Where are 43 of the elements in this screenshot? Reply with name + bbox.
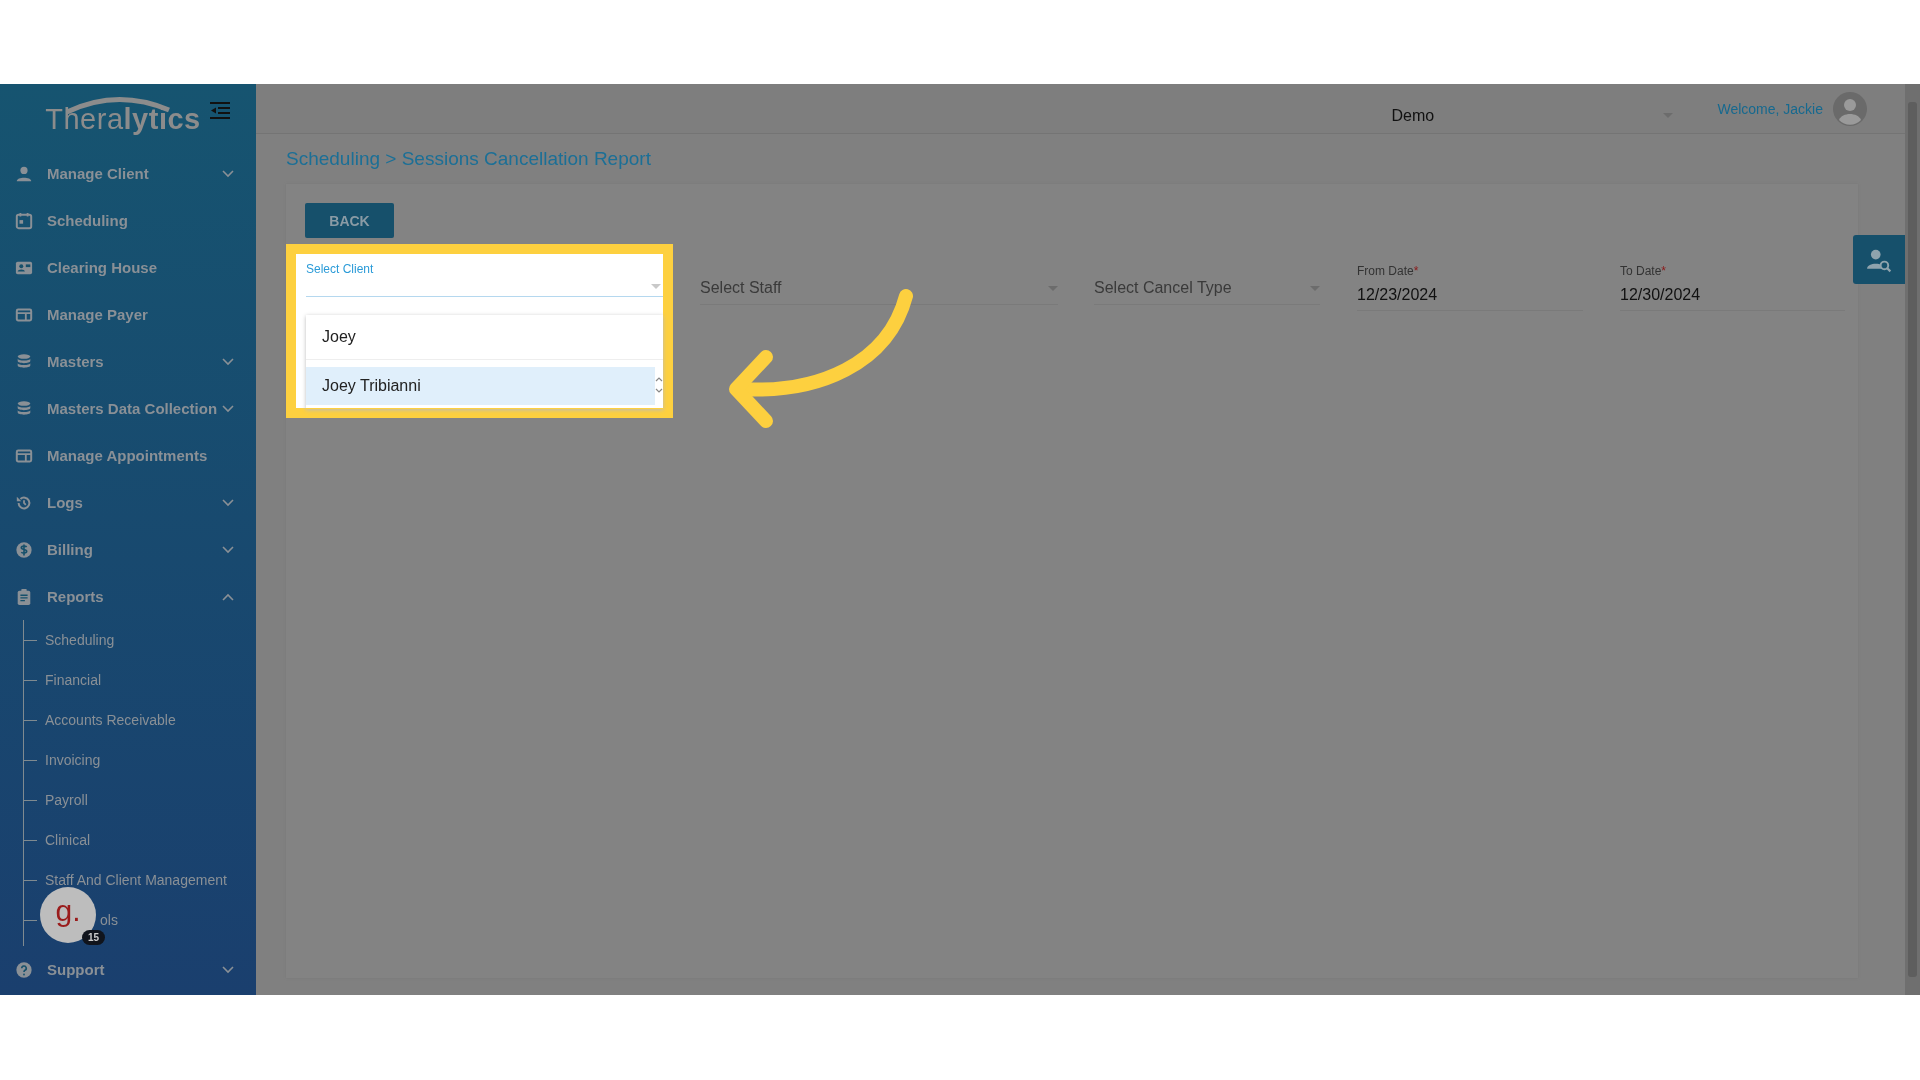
logo: Theralytics [45, 94, 201, 136]
welcome-text: Welcome, Jackie [1717, 100, 1823, 117]
sidebar-subitem[interactable]: Accounts Receivable [24, 700, 256, 740]
date-field[interactable]: To Date* 12/30/2024 [1620, 264, 1845, 311]
breadcrumb: Scheduling > Sessions Cancellation Report [285, 147, 652, 171]
calendar-icon [15, 211, 33, 230]
organization-select[interactable]: Demo [1391, 92, 1674, 125]
sidebar-item[interactable]: Manage Appointments [0, 432, 256, 479]
avatar-icon[interactable] [1833, 91, 1867, 126]
database-icon [15, 399, 33, 418]
sidebar-item[interactable]: Masters [0, 338, 256, 385]
scrollbar[interactable] [1905, 84, 1920, 995]
sidebar-item[interactable]: Logs [0, 479, 256, 526]
sidebar-subitem[interactable]: Invoicing [24, 740, 256, 780]
sidebar-item[interactable]: Manage Payer [0, 291, 256, 338]
menu-collapse-icon[interactable] [210, 102, 230, 120]
sidebar-item[interactable]: Scheduling [0, 197, 256, 244]
sidebar-subitem[interactable]: Financial [24, 660, 256, 700]
database-icon [15, 352, 33, 371]
sidebar-item[interactable]: Reports [0, 573, 256, 620]
sidebar-subitem[interactable]: Payroll [24, 780, 256, 820]
back-button[interactable]: BACK [305, 203, 394, 238]
scroll-arrows-icon [655, 375, 663, 395]
cancel-type-select[interactable]: Select Cancel Type [1094, 272, 1320, 305]
sidebar-item[interactable]: Manage Client [0, 150, 256, 197]
sidebar-item[interactable]: Clearing House [0, 244, 256, 291]
dollar-icon [15, 540, 33, 559]
sidebar-item[interactable]: Support [0, 946, 256, 993]
caret-icon [651, 284, 661, 289]
sidebar-subitem[interactable]: Clinical [24, 820, 256, 860]
help-icon [15, 960, 33, 979]
clipboard-icon [15, 587, 33, 606]
person-icon [15, 164, 33, 183]
sidebar-subitem[interactable]: Scheduling [24, 620, 256, 660]
staff-select[interactable]: Select Staff [700, 272, 1058, 305]
sidebar-item[interactable]: Masters Data Collection [0, 385, 256, 432]
client-select[interactable]: Select Client [306, 254, 663, 297]
date-field[interactable]: From Date* 12/23/2024 [1357, 264, 1583, 311]
client-search-button[interactable] [1853, 235, 1905, 284]
sidebar-item[interactable]: Billing [0, 526, 256, 573]
dropdown-option[interactable]: Joey Tribianni [306, 367, 655, 405]
notification-count: 15 [82, 930, 106, 945]
dropdown-option[interactable]: Joey [306, 315, 663, 360]
